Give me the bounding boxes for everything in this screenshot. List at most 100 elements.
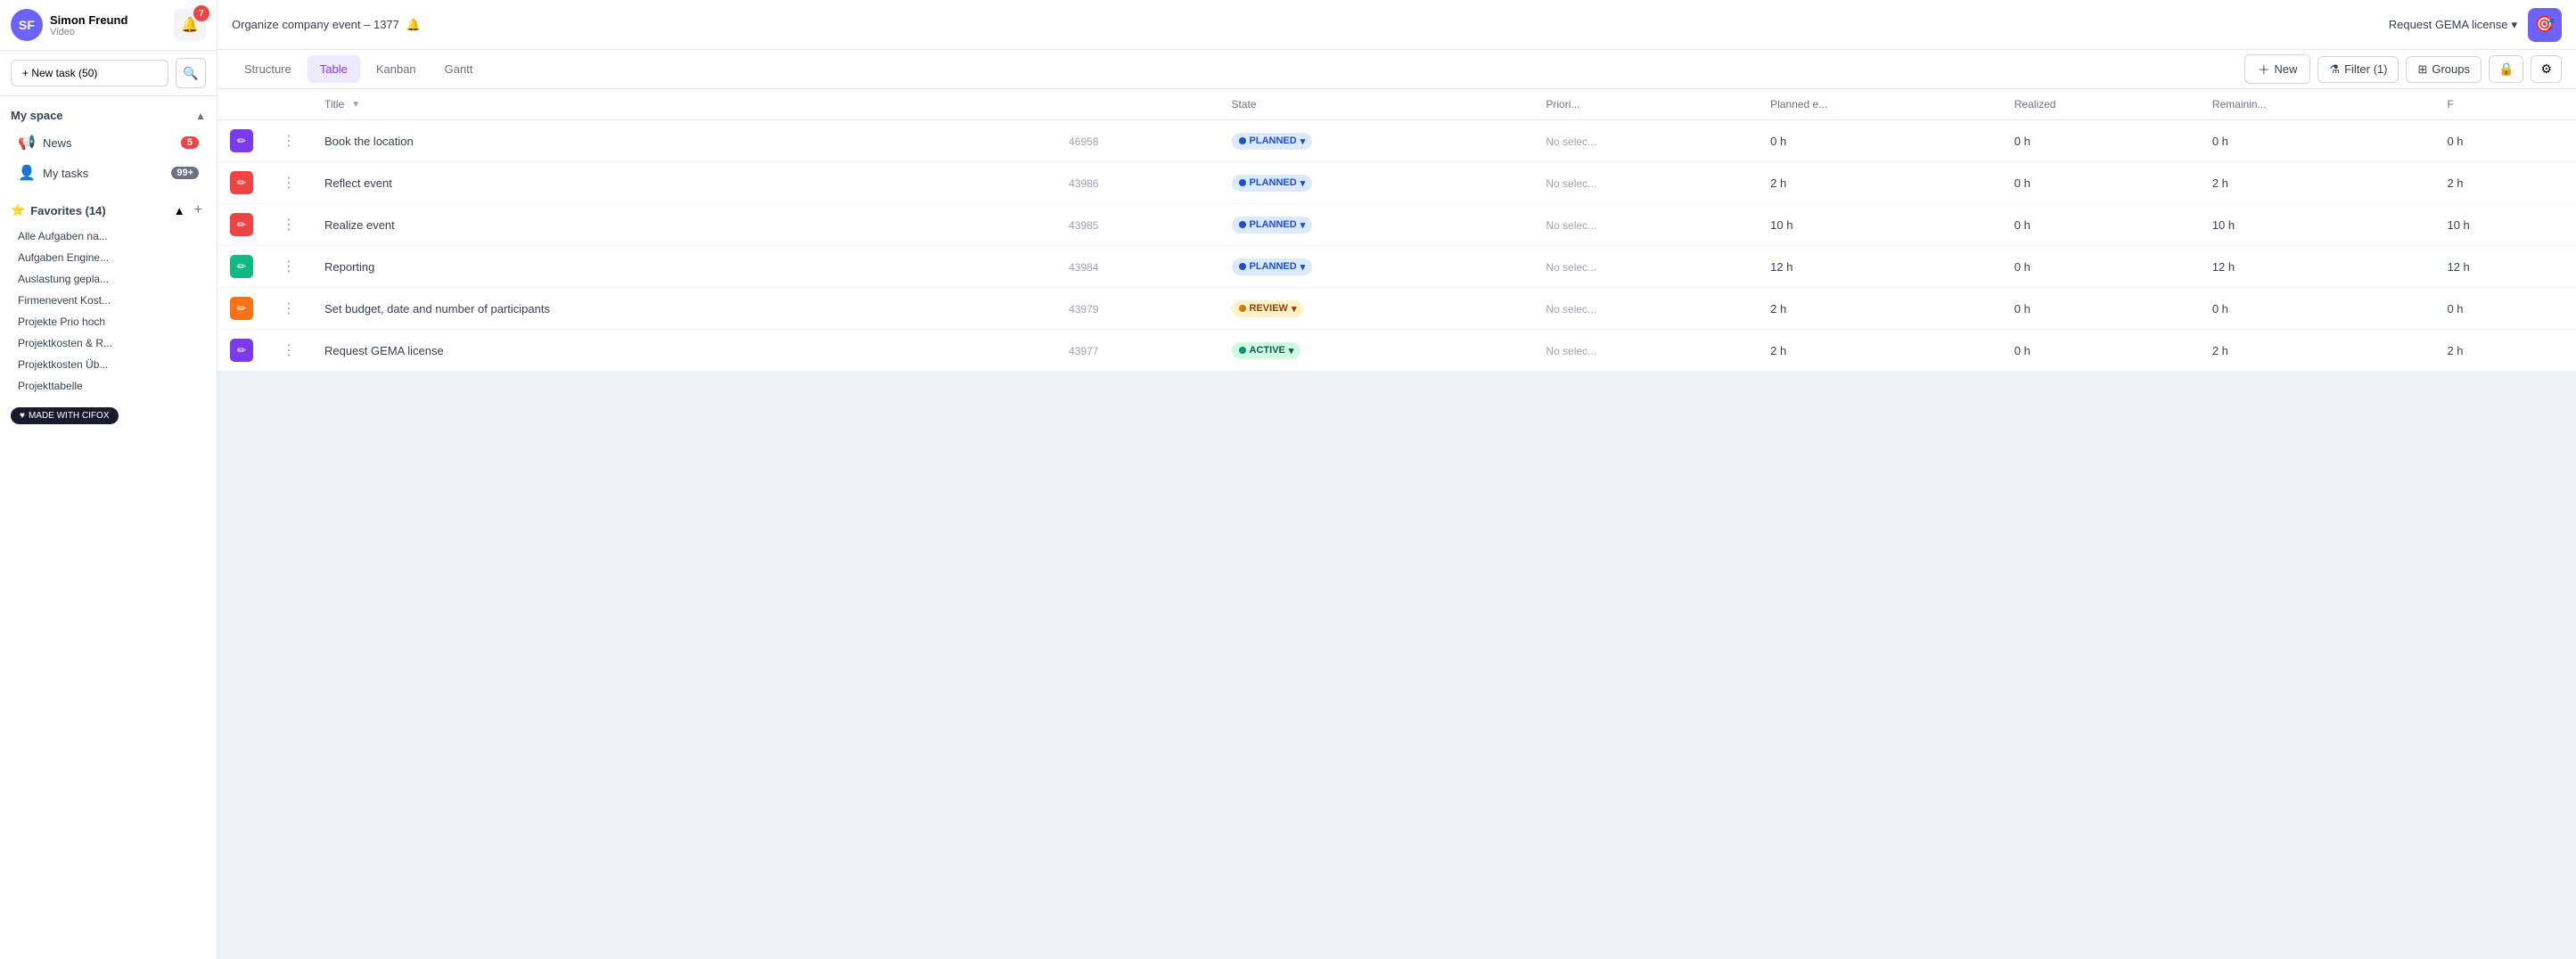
chevron-down-icon: ▾ bbox=[2511, 18, 2517, 32]
user-role: Video bbox=[50, 27, 127, 37]
row-menu-button[interactable]: ⋮ bbox=[278, 172, 299, 193]
row-priority-cell[interactable]: No selec... bbox=[1533, 246, 1758, 288]
row-state-cell[interactable]: PLANNED ▾ bbox=[1219, 246, 1534, 288]
notification-button[interactable]: 🔔 7 bbox=[174, 9, 206, 41]
row-menu-button[interactable]: ⋮ bbox=[278, 298, 299, 319]
favorites-list-item[interactable]: Projekttabelle bbox=[11, 375, 206, 397]
filter-button[interactable]: ⚗ Filter (1) bbox=[2318, 56, 2399, 83]
table-row[interactable]: ✏ ⋮ Set budget, date and number of parti… bbox=[217, 288, 2576, 330]
row-dots-cell: ⋮ bbox=[266, 330, 312, 372]
favorites-list-item[interactable]: Alle Aufgaben na... bbox=[11, 225, 206, 247]
my-space-header[interactable]: My space ▲ bbox=[11, 103, 206, 127]
row-priority-cell[interactable]: No selec... bbox=[1533, 288, 1758, 330]
favorites-list-item[interactable]: Auslastung gepla... bbox=[11, 268, 206, 290]
row-state-cell[interactable]: PLANNED ▾ bbox=[1219, 204, 1534, 246]
row-state-cell[interactable]: PLANNED ▾ bbox=[1219, 162, 1534, 204]
groups-button[interactable]: ⊞ Groups bbox=[2406, 56, 2482, 83]
settings-button[interactable]: ⚙ bbox=[2531, 55, 2562, 83]
planned-value: 2 h bbox=[1770, 344, 1786, 357]
remaining-value: 10 h bbox=[2212, 218, 2235, 232]
priority-value: No selec... bbox=[1546, 261, 1596, 274]
task-id: 43985 bbox=[1069, 219, 1098, 232]
state-badge[interactable]: REVIEW ▾ bbox=[1232, 300, 1304, 317]
favorites-list-item[interactable]: Projekte Prio hoch bbox=[11, 311, 206, 332]
new-button[interactable]: ＋ New bbox=[2244, 54, 2310, 84]
table-row[interactable]: ✏ ⋮ Realize event 43985 PLANNED ▾ No sel… bbox=[217, 204, 2576, 246]
row-state-cell[interactable]: REVIEW ▾ bbox=[1219, 288, 1534, 330]
table-row[interactable]: ✏ ⋮ Reporting 43984 PLANNED ▾ No selec..… bbox=[217, 246, 2576, 288]
realized-value: 0 h bbox=[2014, 135, 2030, 148]
row-realized-cell: 0 h bbox=[2002, 120, 2200, 162]
col-state: State bbox=[1219, 89, 1534, 120]
search-icon: 🔍 bbox=[183, 66, 198, 81]
new-task-button[interactable]: + New task (50) bbox=[11, 60, 168, 86]
row-state-cell[interactable]: PLANNED ▾ bbox=[1219, 120, 1534, 162]
row-id-cell: 43977 bbox=[1056, 330, 1218, 372]
f-value: 0 h bbox=[2447, 302, 2463, 316]
avatar: SF bbox=[11, 9, 43, 41]
row-menu-button[interactable]: ⋮ bbox=[278, 214, 299, 235]
row-state-cell[interactable]: ACTIVE ▾ bbox=[1219, 330, 1534, 372]
favorites-header[interactable]: ⭐ Favorites (14) ▲ + bbox=[11, 195, 206, 225]
state-badge[interactable]: PLANNED ▾ bbox=[1232, 217, 1313, 234]
add-favorite-button[interactable]: + bbox=[191, 201, 206, 220]
task-title: Set budget, date and number of participa… bbox=[324, 302, 550, 316]
state-chevron-icon: ▾ bbox=[1300, 135, 1306, 147]
table-row[interactable]: ✏ ⋮ Request GEMA license 43977 ACTIVE ▾ … bbox=[217, 330, 2576, 372]
task-type-icon: ✏ bbox=[230, 255, 253, 278]
row-icon-cell: ✏ bbox=[217, 162, 266, 204]
row-priority-cell[interactable]: No selec... bbox=[1533, 330, 1758, 372]
sidebar-header: SF Simon Freund Video 🔔 7 bbox=[0, 0, 217, 51]
search-button[interactable]: 🔍 bbox=[176, 58, 206, 88]
row-remaining-cell: 12 h bbox=[2200, 246, 2435, 288]
table-row[interactable]: ✏ ⋮ Reflect event 43986 PLANNED ▾ No sel… bbox=[217, 162, 2576, 204]
remaining-value: 0 h bbox=[2212, 302, 2228, 316]
my-space-title: My space bbox=[11, 109, 63, 122]
f-value: 12 h bbox=[2447, 260, 2469, 274]
request-gema-link[interactable]: Request GEMA license ▾ bbox=[2389, 18, 2517, 32]
favorites-list-item[interactable]: Projektkosten Üb... bbox=[11, 354, 206, 375]
row-menu-button[interactable]: ⋮ bbox=[278, 130, 299, 152]
target-icon[interactable]: 🎯 bbox=[2528, 8, 2562, 42]
state-badge[interactable]: PLANNED ▾ bbox=[1232, 175, 1313, 192]
row-f-cell: 2 h bbox=[2434, 162, 2576, 204]
row-priority-cell[interactable]: No selec... bbox=[1533, 162, 1758, 204]
col-id bbox=[1056, 89, 1218, 120]
sidebar-item-news[interactable]: 📢 News 5 bbox=[11, 127, 206, 158]
table-container: Title ▼ State Priori... Planned e... Rea… bbox=[217, 89, 2576, 959]
tab-table[interactable]: Table bbox=[308, 55, 360, 83]
task-id: 43986 bbox=[1069, 177, 1098, 190]
user-name: Simon Freund bbox=[50, 13, 127, 27]
tab-structure[interactable]: Structure bbox=[232, 55, 304, 83]
row-priority-cell[interactable]: No selec... bbox=[1533, 204, 1758, 246]
row-priority-cell[interactable]: No selec... bbox=[1533, 120, 1758, 162]
state-badge[interactable]: PLANNED ▾ bbox=[1232, 133, 1313, 150]
row-menu-button[interactable]: ⋮ bbox=[278, 256, 299, 277]
topbar-right: Request GEMA license ▾ 🎯 bbox=[2389, 8, 2562, 42]
state-badge[interactable]: PLANNED ▾ bbox=[1232, 258, 1313, 275]
sidebar-item-my-tasks[interactable]: 👤 My tasks 99+ bbox=[11, 158, 206, 188]
favorites-list-item[interactable]: Projektkosten & R... bbox=[11, 332, 206, 354]
main-content: Organize company event – 1377 🔔 Request … bbox=[217, 0, 2576, 959]
favorites-list-item[interactable]: Firmenevent Kost... bbox=[11, 290, 206, 311]
lock-button[interactable]: 🔒 bbox=[2489, 55, 2523, 83]
chevron-up-icon: ▲ bbox=[195, 110, 206, 122]
tab-kanban[interactable]: Kanban bbox=[364, 55, 429, 83]
row-realized-cell: 0 h bbox=[2002, 288, 2200, 330]
planned-value: 0 h bbox=[1770, 135, 1786, 148]
tab-gantt[interactable]: Gantt bbox=[432, 55, 486, 83]
row-planned-cell: 2 h bbox=[1758, 330, 2002, 372]
row-title-cell: Request GEMA license bbox=[312, 330, 1056, 372]
data-table: Title ▼ State Priori... Planned e... Rea… bbox=[217, 89, 2576, 372]
table-row[interactable]: ✏ ⋮ Book the location 46958 PLANNED ▾ No… bbox=[217, 120, 2576, 162]
state-badge[interactable]: ACTIVE ▾ bbox=[1232, 342, 1301, 359]
row-menu-button[interactable]: ⋮ bbox=[278, 340, 299, 361]
col-title: Title ▼ bbox=[312, 89, 1056, 120]
state-dot-icon bbox=[1239, 305, 1246, 312]
topbar-left: Organize company event – 1377 🔔 bbox=[232, 18, 421, 32]
request-gema-label: Request GEMA license bbox=[2389, 18, 2508, 31]
favorites-list-item[interactable]: Aufgaben Engine... bbox=[11, 247, 206, 268]
row-dots-cell: ⋮ bbox=[266, 162, 312, 204]
filter-icon: ⚗ bbox=[2329, 62, 2340, 77]
task-title: Request GEMA license bbox=[324, 344, 444, 357]
